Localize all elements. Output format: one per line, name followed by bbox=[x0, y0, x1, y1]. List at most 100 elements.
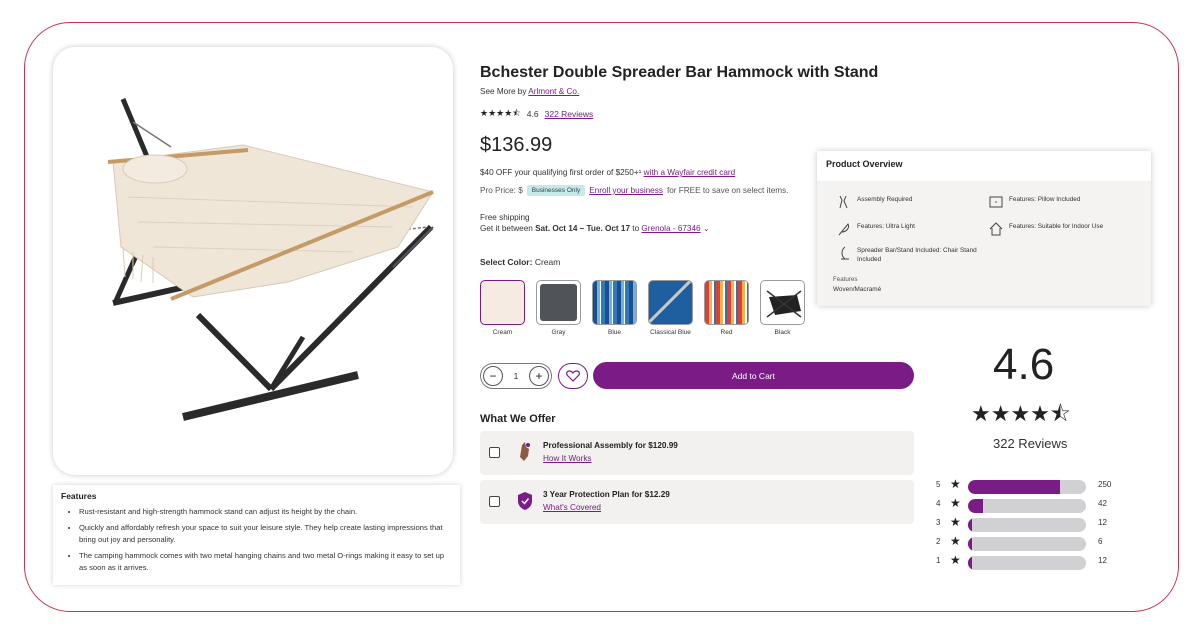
average-stars-icon: ★★★★⯪ bbox=[971, 401, 1071, 426]
overview-item-label: Assembly Required bbox=[857, 196, 913, 203]
swatch-label: Cream bbox=[492, 329, 513, 336]
rating-bar-4[interactable]: 4 ★ 42 bbox=[936, 496, 1116, 513]
swatch-image[interactable] bbox=[704, 280, 749, 325]
rating-bar-stars: 2 bbox=[936, 537, 941, 546]
rating-bar-fill bbox=[968, 499, 984, 513]
swatch-blue[interactable]: Blue bbox=[592, 280, 637, 336]
rating-bar-count: 12 bbox=[1098, 518, 1107, 527]
offer-assembly: Professional Assembly for $120.99 How It… bbox=[480, 431, 914, 475]
swatch-image[interactable] bbox=[480, 280, 525, 325]
rating-bar-stars: 5 bbox=[936, 480, 941, 489]
rating-bar-3[interactable]: 3 ★ 12 bbox=[936, 515, 1116, 532]
pro-price-row: Pro Price: $ Businesses Only Enroll your… bbox=[480, 185, 788, 196]
increase-quantity-button[interactable]: + bbox=[528, 366, 549, 386]
credit-card-link[interactable]: with a Wayfair credit card bbox=[644, 168, 736, 177]
rating-bar-stars: 4 bbox=[936, 499, 941, 508]
star-icon: ★ bbox=[950, 496, 961, 510]
rating-bar-stars: 1 bbox=[936, 556, 941, 565]
rating-bar-count: 250 bbox=[1098, 480, 1112, 489]
overview-item-label: Features: Ultra Light bbox=[857, 223, 915, 230]
rating-bar-track bbox=[968, 556, 1086, 570]
delivery-line: Get it between Sat. Oct 14 – Tue. Oct 17… bbox=[480, 223, 710, 234]
star-icon: ★ bbox=[950, 534, 961, 548]
feature-item: The camping hammock comes with two metal… bbox=[79, 550, 452, 575]
product-image[interactable] bbox=[53, 47, 453, 475]
swatch-label: Blue bbox=[607, 329, 621, 336]
enroll-business-link[interactable]: Enroll your business bbox=[589, 186, 663, 195]
free-shipping: Free shipping bbox=[480, 213, 530, 222]
offer-protection: 3 Year Protection Plan for $12.29 What's… bbox=[480, 480, 914, 524]
rating-row: ★★★★⯪ 4.6 322 Reviews bbox=[480, 106, 593, 122]
swatch-label: Red bbox=[720, 329, 733, 336]
feature-item: Quickly and affordably refresh your spac… bbox=[79, 522, 452, 547]
quantity-stepper: − 1 + bbox=[480, 363, 552, 389]
swatch-image[interactable] bbox=[648, 280, 693, 325]
overview-item-label: Features: Pillow Included bbox=[1009, 196, 1081, 203]
overview-features-value: Woven/Macramé bbox=[833, 286, 882, 293]
select-color: Select Color: Cream bbox=[480, 257, 560, 267]
wrench-icon bbox=[839, 195, 848, 209]
pro-suffix: for FREE to save on select items. bbox=[666, 186, 789, 195]
offer-text: Professional Assembly for $120.99 bbox=[543, 441, 678, 450]
product-price: $136.99 bbox=[480, 134, 553, 156]
protection-checkbox[interactable] bbox=[489, 496, 500, 507]
assembly-checkbox[interactable] bbox=[489, 447, 500, 458]
brand-link[interactable]: Arlmont & Co. bbox=[528, 87, 579, 96]
rating-bar-fill bbox=[968, 518, 972, 532]
swatch-image[interactable] bbox=[536, 280, 581, 325]
reviews-link[interactable]: 322 Reviews bbox=[545, 109, 594, 119]
swatch-gray[interactable]: Gray bbox=[536, 280, 581, 336]
how-it-works-link[interactable]: How It Works bbox=[543, 454, 592, 463]
swatch-cream[interactable]: Cream bbox=[480, 280, 525, 336]
promo-line: $40 OFF your qualifying first order of $… bbox=[480, 168, 735, 177]
overview-item: Features: Suitable for Indoor Use bbox=[989, 222, 1103, 236]
swatch-black[interactable]: Black bbox=[760, 280, 805, 336]
swatch-image[interactable] bbox=[592, 280, 637, 325]
features-title: Features bbox=[61, 491, 97, 501]
swatch-image[interactable] bbox=[760, 280, 805, 325]
promo-text: $40 OFF your qualifying first order of $… bbox=[480, 168, 644, 177]
rating-value: 4.6 bbox=[526, 109, 539, 119]
product-overview: Product Overview Assembly Required Featu… bbox=[817, 151, 1151, 306]
rating-bar-2[interactable]: 2 ★ 6 bbox=[936, 534, 1116, 551]
rating-bar-5[interactable]: 5 ★ 250 bbox=[936, 477, 1116, 494]
quantity-value[interactable]: 1 bbox=[514, 372, 518, 381]
star-icon: ★ bbox=[950, 553, 961, 567]
select-color-label: Select Color: bbox=[480, 257, 533, 267]
average-rating: 4.6 bbox=[993, 340, 1055, 389]
rating-bar-fill bbox=[968, 556, 972, 570]
decrease-quantity-button[interactable]: − bbox=[483, 366, 503, 386]
delivery-location-link[interactable]: Grenola - 67346 bbox=[641, 224, 700, 233]
assembly-hand-icon bbox=[520, 442, 530, 461]
features-list: Rust-resistant and high-strength hammock… bbox=[61, 506, 452, 575]
review-count[interactable]: 322 Reviews bbox=[993, 436, 1067, 451]
rating-bar-track bbox=[968, 480, 1086, 494]
rating-bar-track bbox=[968, 537, 1086, 551]
rating-bar-fill bbox=[968, 480, 1061, 494]
pillow-icon bbox=[989, 196, 1003, 208]
chevron-down-icon[interactable]: ⌄ bbox=[703, 224, 710, 233]
rating-stars-icon: ★★★★⯪ bbox=[480, 108, 521, 118]
features-panel: Features Rust-resistant and high-strengt… bbox=[53, 485, 460, 585]
overview-item: Spreader Bar/Stand Included: Chair Stand… bbox=[837, 246, 977, 264]
see-more-prefix: See More by bbox=[480, 87, 529, 96]
rating-bar-fill bbox=[968, 537, 972, 551]
swatch-red[interactable]: Red bbox=[704, 280, 749, 336]
product-title: Bchester Double Spreader Bar Hammock wit… bbox=[480, 64, 879, 81]
overview-features-label: Features bbox=[833, 276, 858, 283]
overview-item-label: Spreader Bar/Stand Included: Chair Stand… bbox=[857, 247, 977, 263]
rating-bar-count: 42 bbox=[1098, 499, 1107, 508]
shipping-info: Free shipping Get it between Sat. Oct 14… bbox=[480, 212, 710, 234]
pro-price-label: Pro Price: $ bbox=[480, 186, 523, 195]
overview-title: Product Overview bbox=[817, 151, 1151, 181]
rating-bar-1[interactable]: 1 ★ 12 bbox=[936, 553, 1116, 570]
overview-item: Features: Pillow Included bbox=[989, 195, 1080, 209]
add-to-cart-button[interactable]: Add to Cart bbox=[593, 362, 914, 389]
swatch-classical-blue[interactable]: Classical Blue bbox=[648, 280, 693, 336]
whats-covered-link[interactable]: What's Covered bbox=[543, 503, 601, 512]
favorite-button[interactable] bbox=[558, 363, 588, 389]
see-more-line: See More by Arlmont & Co. bbox=[480, 87, 579, 96]
star-icon: ★ bbox=[950, 515, 961, 529]
feature-item: Rust-resistant and high-strength hammock… bbox=[79, 506, 452, 519]
feather-icon bbox=[838, 223, 849, 236]
